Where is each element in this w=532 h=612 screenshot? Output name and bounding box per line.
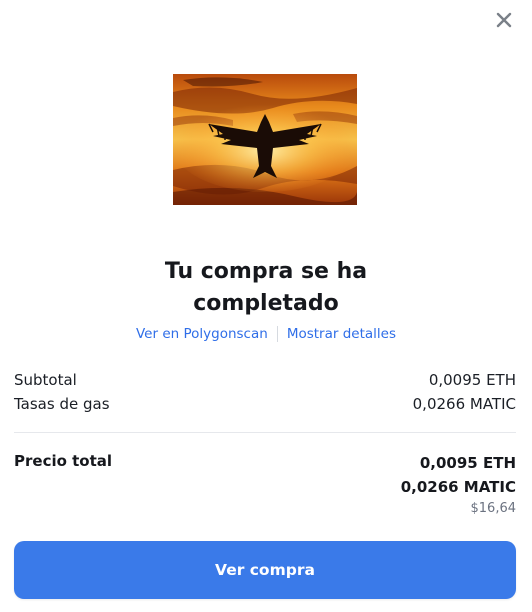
subtotal-value: 0,0095 ETH	[428, 371, 516, 389]
gas-fees-label: Tasas de gas	[14, 395, 110, 413]
gas-fees-value: 0,0266 MATIC	[412, 395, 516, 413]
gas-fees-row: Tasas de gas 0,0266 MATIC	[14, 394, 516, 414]
subtotal-label: Subtotal	[14, 371, 77, 389]
close-button[interactable]	[494, 10, 514, 30]
total-matic-value: 0,0266 MATIC	[400, 478, 516, 496]
divider	[14, 432, 516, 433]
title-line-1: Tu compra se ha	[164, 259, 368, 284]
show-details-link[interactable]: Mostrar detalles	[287, 326, 396, 342]
view-purchase-button[interactable]: Ver compra	[14, 541, 516, 599]
title-line-2: completado	[193, 291, 339, 316]
links-row: Ver en Polygonscan Mostrar detalles	[0, 325, 532, 343]
total-price-values: 0,0095 ETH 0,0266 MATIC $16,64	[401, 451, 516, 518]
nft-image	[173, 74, 357, 205]
link-divider	[276, 326, 278, 342]
view-on-polygonscan-link[interactable]: Ver en Polygonscan	[136, 326, 268, 342]
purchase-complete-title: Tu compra se ha completado	[0, 256, 532, 320]
total-usd-value: $16,64	[470, 501, 517, 516]
total-price-label: Precio total	[14, 452, 113, 470]
total-eth-value: 0,0095 ETH	[419, 454, 516, 472]
close-icon	[496, 12, 512, 28]
subtotal-row: Subtotal 0,0095 ETH	[14, 370, 516, 390]
